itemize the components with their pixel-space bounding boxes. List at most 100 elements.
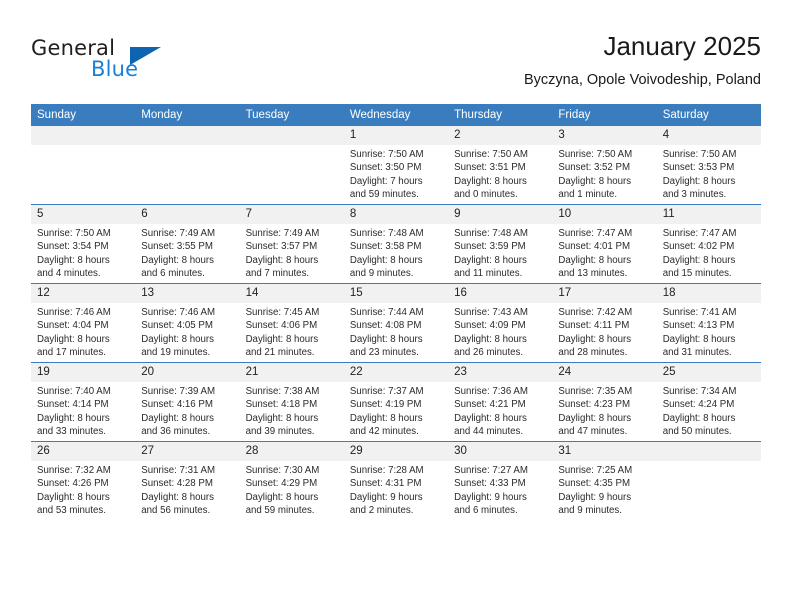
calendar-day-cell[interactable]: 11 Sunrise: 7:47 AM Sunset: 4:02 PM Dayligh… [656, 204, 761, 284]
day-number: 5 [31, 205, 136, 224]
calendar-day-cell[interactable]: 5 Sunrise: 7:50 AM Sunset: 3:54 PM Daylight… [31, 204, 136, 284]
calendar-day-cell[interactable]: 22 Sunrise: 7:37 AM Sunset: 4:19 PM Dayligh… [343, 362, 449, 442]
day-number: 27 [135, 442, 240, 461]
day-detail-daylight2: and 4 minutes. [37, 268, 101, 280]
day-detail-sunset: Sunset: 4:19 PM [349, 399, 422, 411]
day-detail-sunset: Sunset: 3:53 PM [662, 162, 735, 174]
day-detail-sunset: Sunset: 4:09 PM [454, 320, 526, 332]
day-detail-sunrise: Sunrise: 7:42 AM [558, 307, 633, 318]
day-detail-sunset: Sunset: 3:59 PM [454, 241, 526, 253]
day-detail-sunset: Sunset: 4:33 PM [454, 478, 526, 490]
calendar-day-cell[interactable]: 24 Sunrise: 7:35 AM Sunset: 4:23 PM Dayligh… [552, 362, 657, 442]
day-detail-sunrise: Sunrise: 7:37 AM [349, 386, 424, 397]
day-detail-sunset: Sunset: 4:13 PM [662, 320, 735, 332]
calendar-day-cell[interactable]: 13 Sunrise: 7:46 AM Sunset: 4:05 PM Dayligh… [135, 283, 240, 363]
day-detail-sunrise: Sunrise: 7:48 AM [349, 228, 424, 239]
calendar-day-cell[interactable]: 18 Sunrise: 7:41 AM Sunset: 4:13 PM Dayligh… [656, 283, 761, 363]
day-detail-sunset: Sunset: 3:54 PM [37, 241, 109, 253]
day-details: Sunrise: 7:44 AM Sunset: 4:08 PM Daylight:… [344, 303, 448, 360]
calendar-day-cell[interactable]: 29 Sunrise: 7:28 AM Sunset: 4:31 PM Dayligh… [343, 441, 449, 520]
day-detail-sunrise: Sunrise: 7:43 AM [454, 307, 528, 318]
day-detail-sunset: Sunset: 3:55 PM [141, 241, 213, 253]
day-detail-sunrise: Sunrise: 7:50 AM [349, 149, 424, 160]
day-detail-sunset: Sunset: 4:02 PM [662, 241, 735, 253]
day-details: Sunrise: 7:39 AM Sunset: 4:16 PM Daylight:… [135, 382, 239, 439]
day-detail-daylight1: Daylight: 8 hours [245, 333, 319, 345]
day-detail-sunrise: Sunrise: 7:39 AM [141, 386, 216, 397]
day-detail-daylight1: Daylight: 8 hours [558, 333, 632, 345]
calendar-day-cell[interactable]: 27 Sunrise: 7:31 AM Sunset: 4:28 PM Dayligh… [135, 441, 240, 520]
day-number: 9 [448, 205, 553, 224]
day-detail-sunset: Sunset: 4:11 PM [558, 320, 630, 332]
day-detail-daylight1: Daylight: 8 hours [245, 491, 319, 503]
day-detail-daylight1: Daylight: 8 hours [349, 254, 423, 266]
day-detail-sunrise: Sunrise: 7:49 AM [141, 228, 216, 239]
day-details: Sunrise: 7:50 AM Sunset: 3:53 PM Daylight:… [657, 145, 761, 202]
calendar-day-cell[interactable]: 25 Sunrise: 7:34 AM Sunset: 4:24 PM Dayligh… [656, 362, 761, 442]
calendar-day-cell[interactable]: 26 Sunrise: 7:32 AM Sunset: 4:26 PM Dayligh… [31, 441, 136, 520]
day-detail-sunset: Sunset: 4:26 PM [37, 478, 109, 490]
calendar-day-cell[interactable]: 30 Sunrise: 7:27 AM Sunset: 4:33 PM Dayligh… [448, 441, 553, 520]
day-number: 29 [343, 442, 449, 461]
day-details: Sunrise: 7:49 AM Sunset: 3:57 PM Daylight:… [240, 224, 344, 281]
day-detail-sunset: Sunset: 4:21 PM [454, 399, 526, 411]
day-detail-daylight1: Daylight: 8 hours [662, 175, 736, 187]
day-detail-sunrise: Sunrise: 7:25 AM [558, 465, 633, 476]
general-blue-logo[interactable]: General Blue [31, 36, 211, 92]
day-number: 8 [343, 205, 449, 224]
calendar-day-cell[interactable]: 20 Sunrise: 7:39 AM Sunset: 4:16 PM Dayligh… [135, 362, 240, 442]
day-details: Sunrise: 7:48 AM Sunset: 3:58 PM Daylight:… [344, 224, 448, 281]
day-detail-sunset: Sunset: 4:31 PM [349, 478, 422, 490]
day-detail-daylight1: Daylight: 8 hours [37, 333, 110, 345]
calendar-day-cell[interactable]: 7 Sunrise: 7:49 AM Sunset: 3:57 PM Daylight… [239, 204, 344, 284]
calendar-day-cell[interactable]: 28 Sunrise: 7:30 AM Sunset: 4:29 PM Dayligh… [239, 441, 344, 520]
day-detail-sunrise: Sunrise: 7:36 AM [454, 386, 528, 397]
day-detail-sunrise: Sunrise: 7:44 AM [349, 307, 424, 318]
calendar-day-cell[interactable]: 4 Sunrise: 7:50 AM Sunset: 3:53 PM Daylight… [656, 126, 761, 205]
calendar-day-cell[interactable]: 23 Sunrise: 7:36 AM Sunset: 4:21 PM Dayligh… [448, 362, 553, 442]
calendar-day-cell[interactable]: 14 Sunrise: 7:45 AM Sunset: 4:06 PM Dayligh… [239, 283, 344, 363]
day-detail-daylight1: Daylight: 8 hours [141, 254, 214, 266]
day-number: 12 [31, 284, 136, 303]
day-detail-sunrise: Sunrise: 7:31 AM [141, 465, 216, 476]
day-detail-daylight1: Daylight: 8 hours [558, 175, 632, 187]
calendar-day-cell[interactable]: 8 Sunrise: 7:48 AM Sunset: 3:58 PM Daylight… [343, 204, 449, 284]
calendar-day-cell[interactable]: 19 Sunrise: 7:40 AM Sunset: 4:14 PM Dayligh… [31, 362, 136, 442]
calendar-table: Sunday Monday Tuesday Wednesday Thursday… [31, 104, 761, 520]
day-details: Sunrise: 7:50 AM Sunset: 3:51 PM Daylight:… [448, 145, 552, 202]
calendar-day-cell[interactable]: 12 Sunrise: 7:46 AM Sunset: 4:04 PM Dayligh… [31, 283, 136, 363]
day-detail-daylight1: Daylight: 8 hours [454, 333, 527, 345]
day-detail-sunrise: Sunrise: 7:47 AM [558, 228, 633, 239]
day-detail-sunrise: Sunrise: 7:45 AM [245, 307, 320, 318]
day-detail-sunset: Sunset: 4:08 PM [349, 320, 422, 332]
day-details: Sunrise: 7:34 AM Sunset: 4:24 PM Daylight:… [657, 382, 761, 439]
calendar-day-cell[interactable]: 9 Sunrise: 7:48 AM Sunset: 3:59 PM Daylight… [448, 204, 553, 284]
day-detail-sunrise: Sunrise: 7:38 AM [245, 386, 320, 397]
calendar-day-cell[interactable]: 31 Sunrise: 7:25 AM Sunset: 4:35 PM Dayligh… [552, 441, 657, 520]
calendar-day-cell[interactable]: 10 Sunrise: 7:47 AM Sunset: 4:01 PM Dayligh… [552, 204, 657, 284]
day-details: Sunrise: 7:38 AM Sunset: 4:18 PM Daylight:… [240, 382, 344, 439]
day-detail-daylight2: and 9 minutes. [558, 505, 622, 517]
calendar-day-cell[interactable]: 1 Sunrise: 7:50 AM Sunset: 3:50 PM Daylight… [343, 126, 449, 205]
day-details: Sunrise: 7:43 AM Sunset: 4:09 PM Daylight:… [448, 303, 552, 360]
calendar-day-cell[interactable]: 21 Sunrise: 7:38 AM Sunset: 4:18 PM Dayligh… [239, 362, 344, 442]
day-number: 15 [343, 284, 449, 303]
day-number: 25 [656, 363, 761, 382]
day-number: 7 [239, 205, 344, 224]
day-detail-daylight1: Daylight: 8 hours [558, 412, 632, 424]
day-detail-sunset: Sunset: 3:57 PM [245, 241, 318, 253]
day-detail-daylight1: Daylight: 8 hours [37, 491, 110, 503]
calendar-week-row: 12 Sunrise: 7:46 AM Sunset: 4:04 PM Dayligh… [31, 283, 761, 363]
calendar-day-cell[interactable]: 17 Sunrise: 7:42 AM Sunset: 4:11 PM Dayligh… [552, 283, 657, 363]
day-details: Sunrise: 7:49 AM Sunset: 3:55 PM Daylight:… [135, 224, 239, 281]
day-detail-daylight2: and 53 minutes. [37, 505, 106, 517]
calendar-day-cell[interactable]: 16 Sunrise: 7:43 AM Sunset: 4:09 PM Dayligh… [448, 283, 553, 363]
calendar-day-cell[interactable]: 2 Sunrise: 7:50 AM Sunset: 3:51 PM Daylight… [448, 126, 553, 205]
day-detail-daylight2: and 17 minutes. [37, 347, 106, 359]
day-number: 17 [552, 284, 657, 303]
calendar-day-cell[interactable]: 3 Sunrise: 7:50 AM Sunset: 3:52 PM Daylight… [552, 126, 657, 205]
calendar-day-cell[interactable]: 6 Sunrise: 7:49 AM Sunset: 3:55 PM Daylight… [135, 204, 240, 284]
day-detail-sunset: Sunset: 4:16 PM [141, 399, 213, 411]
day-detail-daylight2: and 31 minutes. [662, 347, 732, 359]
calendar-day-cell[interactable]: 15 Sunrise: 7:44 AM Sunset: 4:08 PM Dayligh… [343, 283, 449, 363]
